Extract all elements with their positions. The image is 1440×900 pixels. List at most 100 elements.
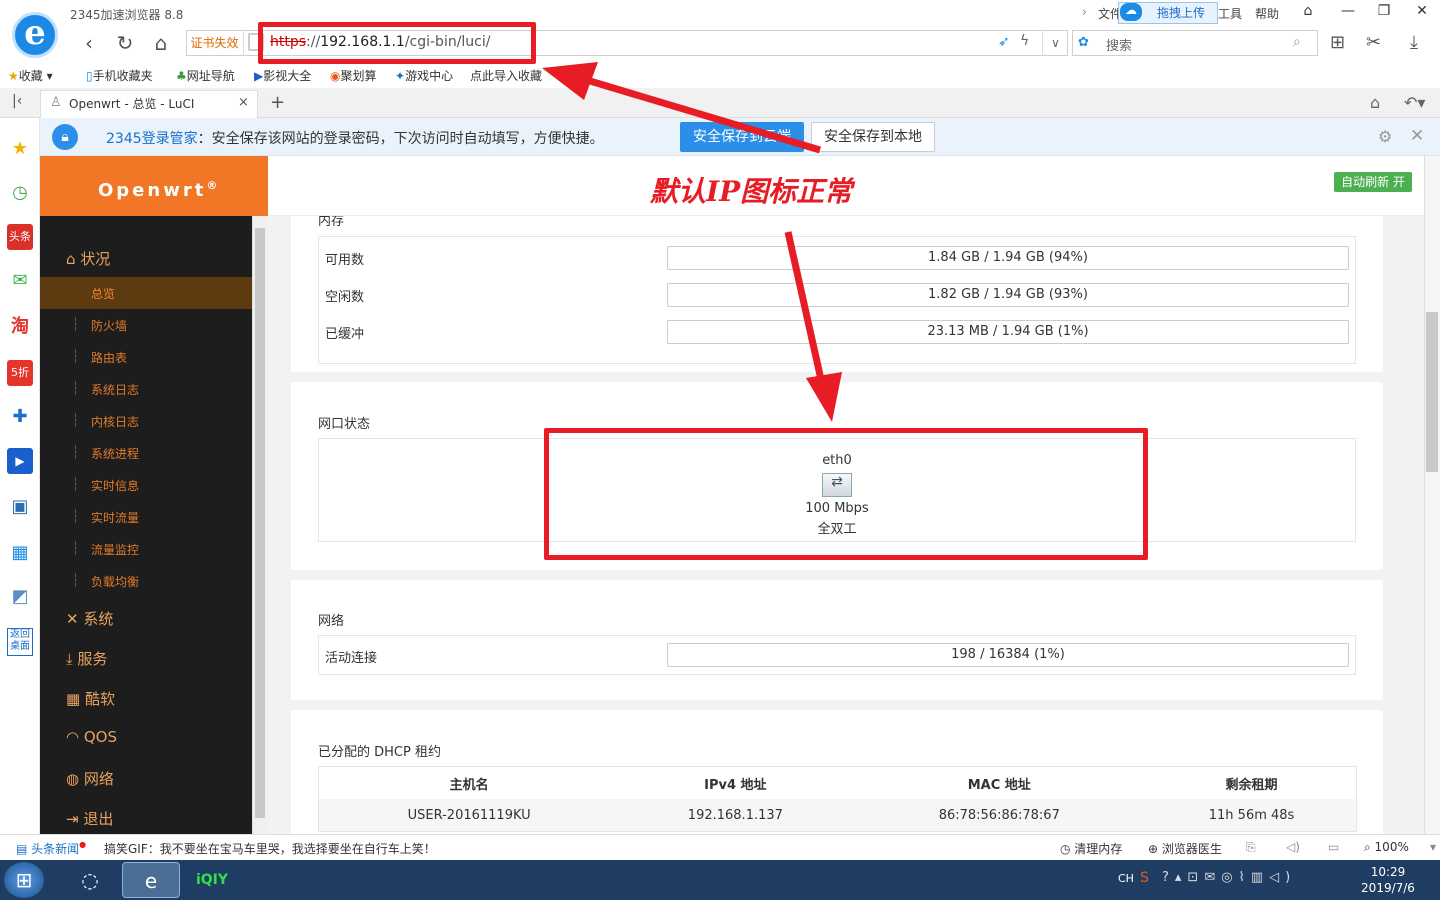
eraser-icon[interactable]: ◩ bbox=[7, 584, 33, 610]
refresh-button[interactable]: ↻ bbox=[112, 31, 138, 55]
video-player-icon[interactable]: ▶ bbox=[7, 448, 33, 474]
restore-tab-icon[interactable]: ⌂ bbox=[1370, 93, 1380, 112]
taobao-icon[interactable]: 淘 bbox=[7, 314, 33, 340]
menu-cool-soft[interactable]: ▦ 酷软 bbox=[66, 688, 115, 709]
cert-warning[interactable]: 证书失效 bbox=[186, 30, 244, 56]
taskbar-browser-icon[interactable]: e bbox=[122, 862, 180, 898]
search-input[interactable]: 搜索 bbox=[1106, 35, 1132, 54]
menu-load-balance[interactable]: 负载均衡 bbox=[91, 573, 139, 590]
bookmark-mobile[interactable]: ▯手机收藏夹 bbox=[86, 67, 153, 84]
new-tab-button[interactable]: + bbox=[270, 92, 285, 113]
window-icon[interactable]: ▭ bbox=[1328, 840, 1339, 854]
news-link[interactable]: ▤ 头条新闻● bbox=[16, 840, 86, 857]
sidebar-scroll-thumb[interactable] bbox=[255, 228, 265, 818]
clean-memory-button[interactable]: ◷ 清理内存 bbox=[1060, 840, 1122, 857]
wechat-icon[interactable]: ✉ bbox=[7, 268, 33, 294]
lightning-icon[interactable]: ϟ bbox=[1020, 33, 1029, 49]
sidebar-scrollbar[interactable] bbox=[252, 216, 268, 834]
cell-hostname: USER-20161119KU bbox=[319, 799, 620, 831]
menu-network[interactable]: ◍ 网络 bbox=[66, 768, 114, 789]
chevron-down-icon[interactable]: ∨ bbox=[1042, 30, 1068, 56]
menu-processes[interactable]: 系统进程 bbox=[91, 445, 139, 462]
clean-icon: ◷ bbox=[1060, 842, 1075, 856]
openwrt-logo[interactable]: Openwrt® bbox=[40, 156, 268, 216]
save-local-button[interactable]: 安全保存到本地 bbox=[811, 122, 935, 152]
gamepad-icon[interactable]: ✚ bbox=[7, 404, 33, 430]
menu-status[interactable]: ⌂ 状况 bbox=[66, 248, 110, 269]
news-dot-icon: ● bbox=[79, 840, 87, 849]
download-icon[interactable]: ⤓ bbox=[1410, 32, 1418, 53]
computer-icon[interactable]: ▣ bbox=[7, 494, 33, 520]
menu-qos[interactable]: ◠ QOS bbox=[66, 728, 117, 746]
sound-icon[interactable]: ◁) bbox=[1286, 840, 1300, 854]
ime-indicator[interactable]: CH bbox=[1118, 872, 1134, 885]
dhcp-card: 已分配的 DHCP 租约 主机名 IPv4 地址 MAC 地址 剩余租期 USE… bbox=[291, 710, 1383, 834]
page-scrollbar[interactable] bbox=[1424, 156, 1440, 834]
menu-overview[interactable]: 总览 bbox=[91, 285, 115, 302]
tray-icons[interactable]: ?▴⊡✉◎⌇▥◁) bbox=[1162, 870, 1296, 885]
menu-cool-label: 酷软 bbox=[84, 690, 115, 708]
auto-refresh-toggle[interactable]: 自动刷新 开 bbox=[1334, 172, 1412, 192]
bookmark-juhuasuan[interactable]: ◉聚划算 bbox=[330, 67, 377, 84]
zoom-dropdown-icon[interactable]: ▾ bbox=[1430, 840, 1436, 854]
news-ticker[interactable]: 搞笑GIF：我不要坐在宝马车里哭，我选择要坐在自行车上笑！ bbox=[104, 840, 436, 857]
home-button[interactable]: ⌂ bbox=[148, 31, 174, 55]
calculator-icon[interactable]: ▦ bbox=[7, 540, 33, 566]
favorites-star-icon[interactable]: ★ bbox=[7, 136, 33, 162]
baidu-paw-icon[interactable]: ✿ bbox=[1078, 35, 1089, 50]
toutiao-icon[interactable]: 头条 bbox=[7, 224, 33, 250]
bookmark-label: 手机收藏夹 bbox=[92, 69, 153, 83]
menu-syslog[interactable]: 系统日志 bbox=[91, 381, 139, 398]
skin-icon[interactable]: ⌂ bbox=[1294, 3, 1322, 19]
menu-firewall[interactable]: 防火墙 bbox=[91, 317, 127, 334]
minimize-button[interactable]: — bbox=[1334, 3, 1362, 19]
undo-icon[interactable]: ↶▾ bbox=[1404, 93, 1425, 112]
start-button[interactable]: ⊞ bbox=[4, 862, 44, 898]
tree-line: ┆ bbox=[72, 509, 80, 523]
translate-icon[interactable]: ⎘ bbox=[1246, 840, 1256, 855]
tab-openwrt[interactable]: Openwrt - 总览 - LuCI bbox=[40, 90, 258, 118]
zoom-icon: ⌕ bbox=[1364, 840, 1375, 854]
taskbar-cloud-icon[interactable]: ◌ bbox=[66, 862, 114, 898]
apps-icon[interactable]: ⊞ bbox=[1330, 32, 1345, 53]
rocket-icon[interactable]: ➶ bbox=[998, 34, 1010, 50]
menu-help[interactable]: 帮助 bbox=[1255, 5, 1279, 22]
bookmark-favorites[interactable]: ★收藏 ▾ bbox=[8, 67, 53, 84]
browser-doctor-button[interactable]: ⊕ 浏览器医生 bbox=[1148, 840, 1222, 857]
settings-gear-icon[interactable]: ⚙ bbox=[1378, 127, 1392, 146]
close-bar-icon[interactable]: ✕ bbox=[1410, 126, 1424, 146]
history-clock-icon[interactable]: ◷ bbox=[7, 180, 33, 206]
menu-tools[interactable]: 工具 bbox=[1218, 5, 1242, 22]
search-icon[interactable]: ⌕ bbox=[1293, 34, 1301, 50]
taskbar-iqiyi-icon[interactable]: iQIY bbox=[188, 862, 236, 898]
bookmark-video[interactable]: ▶影视大全 bbox=[254, 67, 311, 84]
bookmark-nav[interactable]: ♣网址导航 bbox=[176, 67, 235, 84]
sogou-icon[interactable]: S bbox=[1140, 870, 1149, 886]
zoom-value: 100% bbox=[1374, 840, 1409, 854]
window-title: 2345加速浏览器 8.8 bbox=[70, 8, 184, 22]
restore-button[interactable]: ❐ bbox=[1370, 3, 1398, 19]
menu-services[interactable]: ⤓ 服务 bbox=[66, 648, 107, 669]
save-cloud-button[interactable]: 安全保存到云端 bbox=[680, 122, 804, 152]
tab-close-button[interactable]: × bbox=[238, 95, 249, 110]
menu-system[interactable]: ✕ 系统 bbox=[66, 608, 113, 629]
menu-logout[interactable]: ⇥ 退出 bbox=[66, 808, 113, 829]
zoom-level[interactable]: ⌕ 100% bbox=[1364, 840, 1409, 855]
menu-realtime[interactable]: 实时信息 bbox=[91, 477, 139, 494]
chevron-right-icon[interactable]: › bbox=[1082, 5, 1087, 19]
close-window-button[interactable]: ✕ bbox=[1408, 3, 1436, 19]
bookmark-import[interactable]: 点此导入收藏 bbox=[470, 67, 542, 84]
col-ipv4: IPv4 地址 bbox=[704, 777, 767, 793]
bookmark-games[interactable]: ✦游戏中心 bbox=[395, 67, 453, 84]
scissors-icon[interactable]: ✂ bbox=[1366, 32, 1381, 53]
desktop-icon[interactable]: 返回 桌面 bbox=[7, 628, 33, 656]
menu-kernel-log[interactable]: 内核日志 bbox=[91, 413, 139, 430]
menu-traffic-monitor[interactable]: 流量监控 bbox=[91, 541, 139, 558]
discount-icon[interactable]: 5折 bbox=[7, 360, 33, 386]
back-button[interactable]: ‹ bbox=[76, 31, 102, 55]
collapse-sidebar-icon[interactable]: |‹ bbox=[12, 93, 22, 109]
menu-routes[interactable]: 路由表 bbox=[91, 349, 127, 366]
menu-realtime-traffic[interactable]: 实时流量 bbox=[91, 509, 139, 526]
clock[interactable]: 10:29 2019/7/6 bbox=[1358, 864, 1418, 896]
page-scroll-thumb[interactable] bbox=[1426, 312, 1438, 472]
